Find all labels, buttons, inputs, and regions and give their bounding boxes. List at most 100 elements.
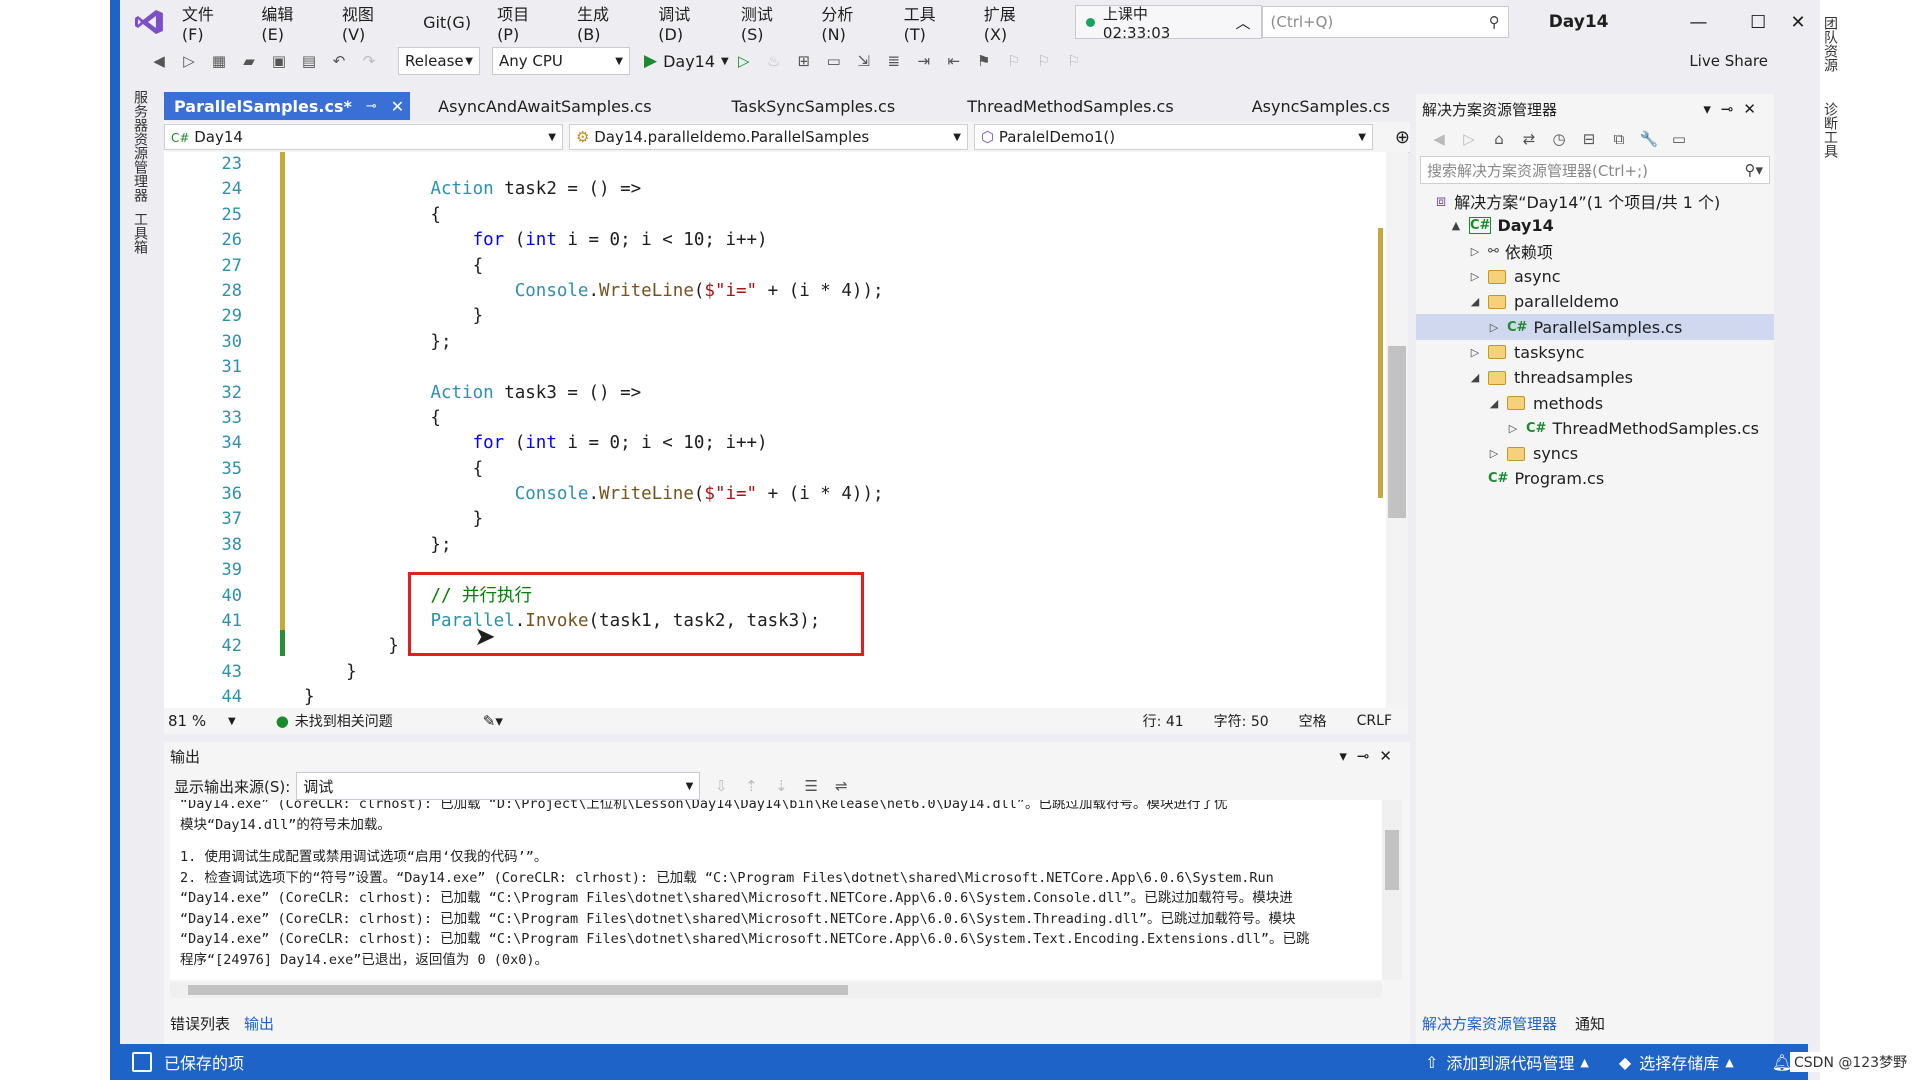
prev-message-icon[interactable]: ⇡ — [740, 775, 762, 797]
whitespace-indicator[interactable]: 空格 — [1299, 711, 1327, 731]
saved-status[interactable]: 已保存的项 — [164, 1050, 244, 1074]
close-window-button[interactable]: ✕ — [1788, 12, 1808, 33]
type-dropdown[interactable]: ⚙ Day14.paralleldemo.ParallelSamples ▼ — [568, 124, 968, 150]
menu-edit[interactable]: 编辑(E) — [261, 1, 315, 44]
tree-row[interactable]: ◢ paralleldemo — [1416, 289, 1774, 314]
output-source-dropdown[interactable]: 调试 ▼ — [296, 772, 701, 800]
right-strip-diagnostics[interactable]: 诊断工具 — [1820, 102, 1840, 158]
menu-build[interactable]: 生成(B) — [577, 1, 632, 44]
close-tab-icon[interactable]: ✕ — [391, 97, 404, 116]
tree-row[interactable]: ▷ async — [1416, 264, 1774, 289]
tab-threadmethodsamples[interactable]: ThreadMethodSamples.cs — [957, 92, 1184, 120]
output-horizontal-scrollbar[interactable] — [170, 982, 1382, 998]
expand-arrow-icon[interactable]: ▲ — [1449, 219, 1463, 232]
tab-notifications[interactable]: 通知 — [1575, 1013, 1605, 1034]
maximize-button[interactable]: ☐ — [1728, 12, 1788, 33]
properties-wrench-icon[interactable]: 🔧 — [1638, 128, 1660, 150]
show-all-files-icon[interactable]: ⧉ — [1608, 128, 1630, 150]
outdent-icon[interactable]: ⇤ — [943, 50, 965, 72]
forward-icon[interactable]: ▷ — [1458, 128, 1480, 150]
platform-dropdown[interactable]: Any CPU ▼ — [492, 47, 630, 75]
toolbox-tab[interactable]: 工具箱 — [130, 212, 150, 254]
tab-asyncandawaitsamples[interactable]: AsyncAndAwaitSamples.cs — [428, 92, 661, 120]
new-project-icon[interactable]: ▦ — [208, 50, 230, 72]
eol-indicator[interactable]: CRLF — [1357, 713, 1392, 729]
configuration-dropdown[interactable]: Release ▼ — [398, 47, 480, 75]
back-icon[interactable]: ◀ — [148, 50, 170, 72]
issues-text[interactable]: 未找到相关问题 — [295, 711, 393, 731]
pin-icon[interactable]: ⊸ — [1721, 100, 1744, 118]
clear-all-icon[interactable]: ☰ — [800, 775, 822, 797]
expand-arrow-icon[interactable]: ◢ — [1468, 295, 1482, 308]
next-message-icon[interactable]: ⇣ — [770, 775, 792, 797]
bookmark-prev-icon[interactable]: ⚐ — [1003, 50, 1025, 72]
tree-row[interactable]: ▷ C# ThreadMethodSamples.cs — [1416, 416, 1774, 441]
home-icon[interactable]: ⌂ — [1488, 128, 1510, 150]
notification-bell-icon[interactable]: 🔔︎ — [1772, 1053, 1792, 1072]
column-indicator[interactable]: 字符: 50 — [1214, 711, 1269, 731]
word-wrap-icon[interactable]: ⇌ — [830, 775, 852, 797]
zoom-level[interactable]: 81 % — [168, 712, 228, 730]
bookmark-icon[interactable]: ⚑ — [973, 50, 995, 72]
menu-git[interactable]: Git(G) — [423, 13, 471, 32]
tree-row[interactable]: ▷ tasksync — [1416, 340, 1774, 365]
menu-analyze[interactable]: 分析(N) — [821, 1, 877, 44]
tree-row[interactable]: ◢ threadsamples — [1416, 365, 1774, 390]
run-icon[interactable]: ▶ — [644, 51, 657, 71]
chevron-down-icon[interactable]: ▾ — [1703, 100, 1721, 118]
chevron-up-icon[interactable]: ︿ — [1236, 12, 1251, 33]
tab-error-list[interactable]: 错误列表 — [170, 1013, 230, 1034]
expand-arrow-icon[interactable]: ▷ — [1468, 245, 1482, 258]
pin-icon[interactable]: ⊸ — [366, 99, 377, 114]
tree-row[interactable]: C# Program.cs — [1416, 466, 1774, 491]
scrollbar-thumb[interactable] — [1388, 346, 1406, 518]
menu-file[interactable]: 文件(F) — [182, 1, 236, 44]
run-target-button[interactable]: Day14 — [663, 52, 715, 71]
expand-arrow-icon[interactable]: ▷ — [1487, 321, 1501, 334]
expand-arrow-icon[interactable]: ▷ — [1468, 270, 1482, 283]
tree-row[interactable]: ▲ C# Day14 — [1416, 213, 1774, 238]
close-icon[interactable]: ✕ — [1379, 747, 1402, 765]
menu-debug[interactable]: 调试(D) — [658, 1, 715, 44]
format-icon[interactable]: ≣ — [883, 50, 905, 72]
pin-icon[interactable]: ⊸ — [1357, 747, 1380, 765]
tree-row[interactable]: ▷ syncs — [1416, 441, 1774, 466]
tree-row[interactable]: ▷ ⚯ 依赖项 — [1416, 239, 1774, 264]
browse-icon[interactable]: ⊞ — [793, 50, 815, 72]
collapse-all-icon[interactable]: ⊟ — [1578, 128, 1600, 150]
project-dropdown[interactable]: C# Day14 ▼ — [164, 124, 563, 150]
tree-row-solution[interactable]: ⧈ 解决方案“Day14”(1 个项目/共 1 个) — [1416, 188, 1774, 213]
find-message-icon[interactable]: ⇩ — [710, 775, 732, 797]
expand-arrow-icon[interactable]: ▷ — [1468, 346, 1482, 359]
close-icon[interactable]: ✕ — [1743, 100, 1766, 118]
redo-icon[interactable]: ↷ — [358, 50, 380, 72]
add-to-source-control-button[interactable]: 添加到源代码管理 — [1446, 1050, 1574, 1074]
scrollbar-thumb[interactable] — [1385, 830, 1399, 890]
minimize-button[interactable]: — — [1669, 12, 1729, 33]
right-strip-team[interactable]: 团队资源 — [1820, 16, 1840, 72]
menu-test[interactable]: 测试(S) — [741, 1, 795, 44]
live-status-pill[interactable]: 上课中 02:33:03 ︿ — [1074, 5, 1262, 42]
forward-icon[interactable]: ▷ — [178, 50, 200, 72]
tree-row[interactable]: ▷ C# ParallelSamples.cs — [1416, 314, 1774, 340]
output-text[interactable]: “Day14.exe” (CoreCLR: clrhost): 已加载 “D:\… — [170, 800, 1382, 980]
step-icon[interactable]: ⇲ — [853, 50, 875, 72]
tab-parallelsamples[interactable]: ParallelSamples.cs* ⊸ ✕ — [164, 92, 411, 120]
split-editor-icon[interactable]: ⊕ — [1395, 127, 1410, 148]
layout-icon[interactable]: ▭ — [823, 50, 845, 72]
line-indicator[interactable]: 行: 41 — [1143, 711, 1184, 731]
scrollbar-thumb[interactable] — [188, 985, 848, 995]
chevron-up-icon[interactable]: ▲ — [1580, 1056, 1588, 1069]
history-icon[interactable]: ◷ — [1548, 128, 1570, 150]
solution-search-input[interactable]: 搜索解决方案资源管理器(Ctrl+;) ⚲▾ — [1420, 156, 1770, 184]
output-vertical-scrollbar[interactable] — [1382, 800, 1402, 980]
bookmark-clear-icon[interactable]: ⚐ — [1063, 50, 1085, 72]
expand-arrow-icon[interactable]: ◢ — [1487, 397, 1501, 410]
tab-solution-explorer[interactable]: 解决方案资源管理器 — [1422, 1013, 1557, 1034]
indent-icon[interactable]: ⇥ — [913, 50, 935, 72]
hot-reload-icon[interactable]: ♨ — [763, 50, 785, 72]
tab-output[interactable]: 输出 — [244, 1013, 274, 1034]
chevron-down-icon[interactable]: ▼ — [721, 56, 729, 67]
preview-icon[interactable]: ▭ — [1668, 128, 1690, 150]
menu-extensions[interactable]: 扩展(X) — [984, 1, 1039, 44]
